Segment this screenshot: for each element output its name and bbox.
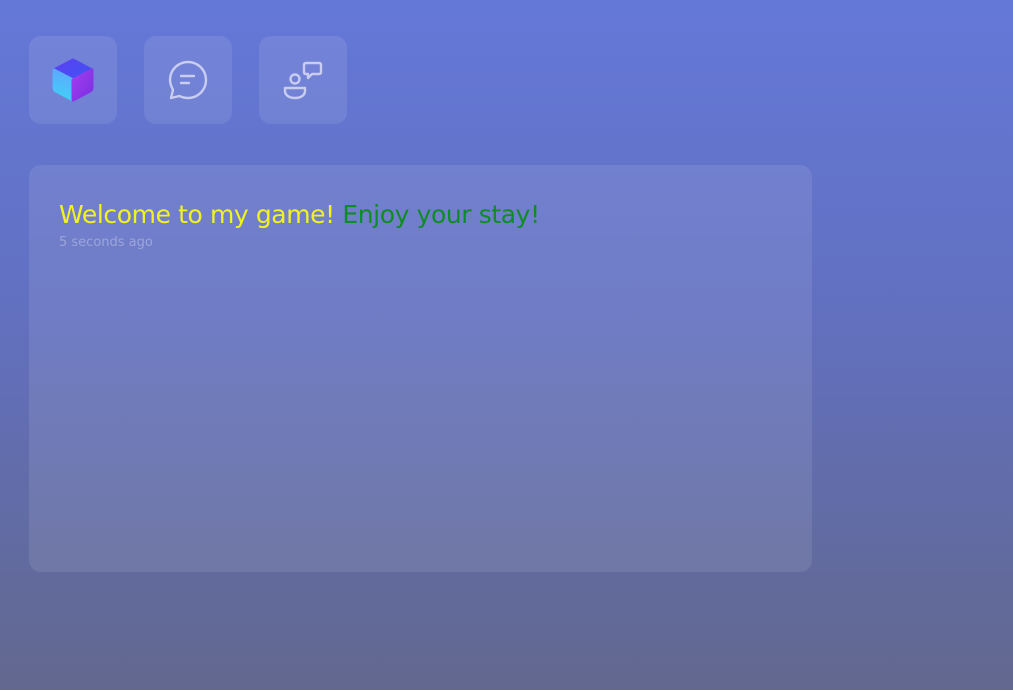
chat-panel: Welcome to my game! Enjoy your stay! 5 s… [29,165,812,572]
message-segment: Welcome to my game! [59,200,343,229]
chat-bubble-icon [167,59,209,101]
logo-button[interactable] [29,36,117,124]
message-segment: Enjoy your stay! [342,200,540,229]
cube-logo-icon [51,57,95,103]
chat-button[interactable] [144,36,232,124]
user-chat-button[interactable] [259,36,347,124]
top-toolbar [29,36,347,124]
chat-message: Welcome to my game! Enjoy your stay! 5 s… [59,198,782,252]
message-timestamp: 5 seconds ago [59,235,153,250]
message-text: Welcome to my game! Enjoy your stay! [59,198,782,232]
user-speech-icon [282,60,324,100]
